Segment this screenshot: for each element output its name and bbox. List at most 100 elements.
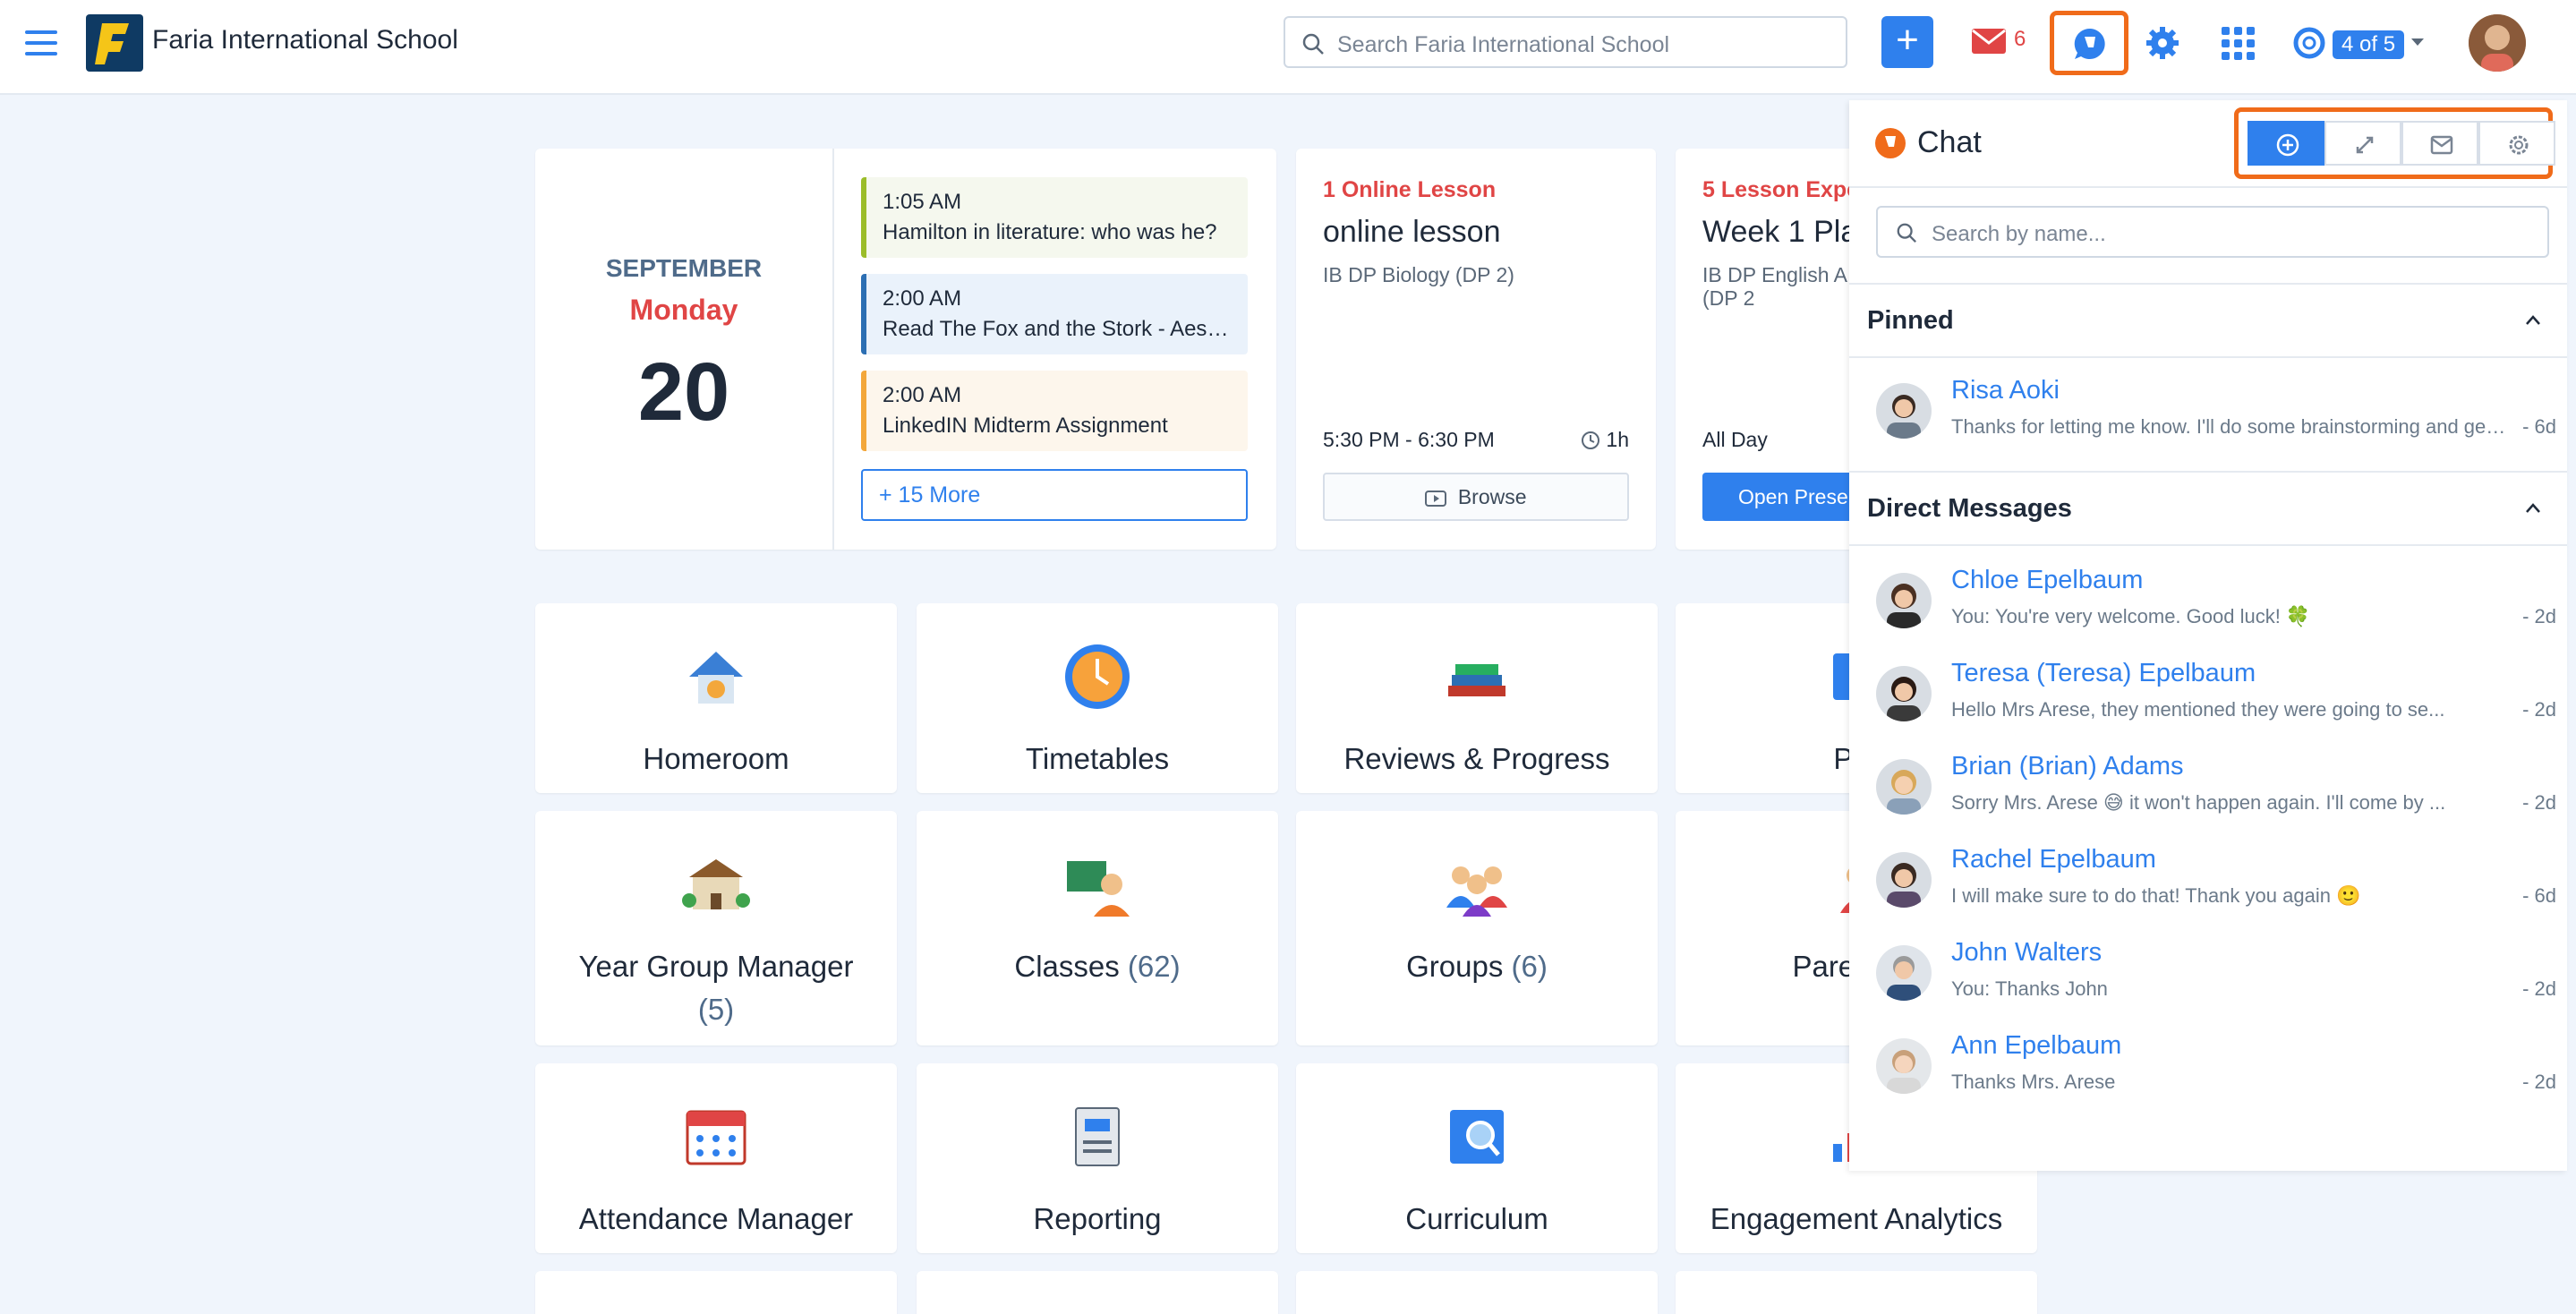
chat-conversation[interactable]: Rachel Epelbaum I will make sure to do t…: [1876, 843, 2556, 933]
message-time: - 2d: [2522, 605, 2556, 627]
global-search-input[interactable]: Search Faria International School: [1284, 16, 1847, 68]
message-preview: You: Thanks John: [1951, 977, 2108, 1000]
tile-label: Homeroom: [643, 742, 789, 775]
tile[interactable]: [1676, 1271, 2037, 1314]
tile[interactable]: [535, 1271, 897, 1314]
chat-logo-icon: [1875, 128, 1906, 158]
chat-conversation[interactable]: John Walters You: Thanks John - 2d: [1876, 936, 2556, 1026]
school-logo[interactable]: [86, 14, 143, 72]
lesson-kind: 5 Lesson Expe: [1702, 177, 1860, 202]
chat-header: Chat: [1849, 100, 2567, 188]
expand-icon: [2356, 136, 2374, 154]
lesson-title: online lesson: [1323, 215, 1501, 249]
groups-icon: [1446, 866, 1507, 917]
pagination-badge[interactable]: 4 of 5: [2333, 30, 2405, 59]
calendar-event[interactable]: 1:05 AM Hamilton in literature: who was …: [861, 177, 1248, 258]
event-time: 2:00 AM: [883, 286, 962, 311]
tile-label: Groups (6): [1406, 950, 1548, 983]
message-time: - 2d: [2522, 698, 2556, 721]
avatar: [1876, 852, 1932, 908]
chevron-up-icon[interactable]: [2524, 499, 2542, 517]
gear-icon[interactable]: [2145, 25, 2180, 61]
search-icon: [1897, 223, 1916, 243]
tile-classes[interactable]: Classes (62): [917, 811, 1278, 1045]
chat-title: Chat: [1917, 125, 1982, 159]
message-preview: Thanks Mrs. Arese: [1951, 1071, 2116, 1093]
month-label: SEPTEMBER: [605, 254, 763, 282]
menu-icon[interactable]: [25, 30, 57, 57]
contact-name: Chloe Epelbaum: [1951, 566, 2144, 594]
tile-year-group-manager[interactable]: Year Group Manager (5): [535, 811, 897, 1045]
tile-label: Engagement Analytics: [1710, 1202, 2003, 1235]
chat-button[interactable]: [2050, 11, 2128, 75]
chat-conversation[interactable]: Teresa (Teresa) Epelbaum Hello Mrs Arese…: [1876, 657, 2556, 747]
envelope-icon: [2430, 135, 2453, 155]
contact-name: Brian (Brian) Adams: [1951, 752, 2184, 781]
message-time: - 2d: [2522, 791, 2556, 814]
contact-name: Rachel Epelbaum: [1951, 845, 2156, 874]
lesson-time: 5:30 PM - 6:30 PM: [1323, 428, 1495, 451]
contact-name: Ann Epelbaum: [1951, 1031, 2122, 1060]
tile-groups[interactable]: Groups (6): [1296, 811, 1658, 1045]
tile-curriculum[interactable]: Curriculum: [1296, 1063, 1658, 1253]
online-lesson-card[interactable]: 1 Online Lesson online lesson IB DP Biol…: [1296, 149, 1656, 550]
day-number: 20: [637, 346, 730, 438]
calendar-event[interactable]: 2:00 AM Read The Fox and the Stork - Aes…: [861, 274, 1248, 354]
section-title: Direct Messages: [1867, 494, 2072, 523]
tile[interactable]: [917, 1271, 1278, 1314]
message-time: - 6d: [2522, 415, 2556, 438]
books-icon: [1448, 664, 1506, 696]
event-title: Read The Fox and the Stork - Aesop's Fab…: [883, 317, 1232, 341]
inbox-button[interactable]: [2401, 121, 2478, 166]
video-icon: [1425, 491, 1447, 507]
avatar: [1876, 945, 1932, 1001]
lesson-time: All Day: [1702, 428, 1768, 451]
contact-name: Risa Aoki: [1951, 376, 2060, 405]
tile-attendance-manager[interactable]: Attendance Manager: [535, 1063, 897, 1253]
chat-conversation[interactable]: Ann Epelbaum Thanks Mrs. Arese - 2d: [1876, 1029, 2556, 1119]
chevron-down-icon[interactable]: [2410, 36, 2426, 48]
homeroom-icon: [689, 652, 743, 704]
new-chat-button[interactable]: [2248, 121, 2324, 166]
calendar-event[interactable]: 2:00 AM LinkedIN Midterm Assignment: [861, 371, 1248, 451]
apps-grid-icon[interactable]: [2220, 25, 2256, 61]
mail-icon[interactable]: [1971, 27, 2007, 55]
chat-toolbar: [2234, 107, 2555, 179]
avatar: [1876, 1038, 1932, 1094]
browse-button[interactable]: Browse: [1323, 473, 1629, 521]
chat-search-input[interactable]: Search by name...: [1876, 206, 2549, 258]
avatar: [1876, 573, 1932, 628]
chat-conversation[interactable]: Chloe Epelbaum You: You're very welcome.…: [1876, 564, 2556, 653]
event-title: LinkedIN Midterm Assignment: [883, 414, 1168, 438]
tile-reporting[interactable]: Reporting: [917, 1063, 1278, 1253]
weekday-label: Monday: [629, 294, 738, 326]
event-title: Hamilton in literature: who was he?: [883, 220, 1217, 244]
date-display: SEPTEMBER Monday 20: [535, 149, 834, 550]
chat-conversation[interactable]: Brian (Brian) Adams Sorry Mrs. Arese 😅 i…: [1876, 750, 2556, 840]
clock-icon: [1582, 431, 1600, 449]
chat-conversation[interactable]: Risa Aoki Thanks for letting me know. I'…: [1876, 374, 2556, 464]
pinned-section-header[interactable]: Pinned: [1849, 283, 2567, 358]
avatar: [1876, 666, 1932, 721]
chat-settings-button[interactable]: [2478, 121, 2555, 166]
more-events-button[interactable]: + 15 More: [861, 469, 1248, 521]
help-icon[interactable]: [2293, 27, 2325, 59]
chevron-up-icon[interactable]: [2524, 311, 2542, 329]
tile-reviews-progress[interactable]: Reviews & Progress: [1296, 603, 1658, 793]
plus-circle-icon: [2276, 133, 2299, 157]
avatar: [1876, 383, 1932, 439]
direct-messages-section-header[interactable]: Direct Messages: [1849, 471, 2567, 546]
user-avatar[interactable]: [2469, 14, 2526, 72]
tile-timetables[interactable]: Timetables: [917, 603, 1278, 793]
tile-homeroom[interactable]: Homeroom: [535, 603, 897, 793]
add-button[interactable]: +: [1881, 16, 1933, 68]
tile[interactable]: [1296, 1271, 1658, 1314]
event-time: 1:05 AM: [883, 190, 962, 214]
chat-icon: [2074, 28, 2105, 59]
message-time: - 6d: [2522, 884, 2556, 907]
chat-panel: Chat Search by name... Pinned Risa Aoki …: [1849, 100, 2567, 1171]
expand-chat-button[interactable]: [2324, 121, 2401, 166]
message-time: - 2d: [2522, 977, 2556, 1000]
school-name[interactable]: Faria International School: [152, 25, 458, 55]
message-preview: Thanks for letting me know. I'll do some…: [1951, 415, 2506, 438]
